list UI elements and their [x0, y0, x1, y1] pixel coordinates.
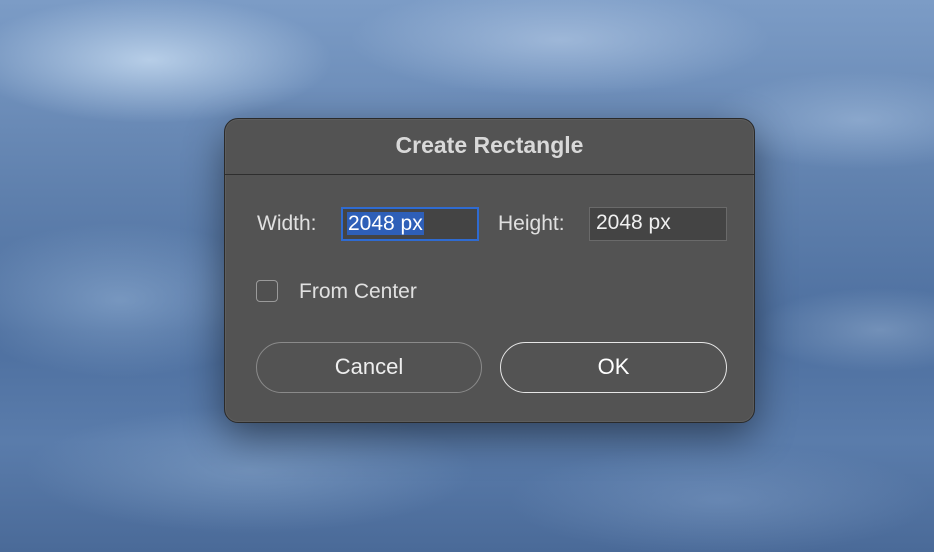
ok-button[interactable]: OK [500, 342, 727, 393]
width-input[interactable]: 2048 px [341, 207, 479, 241]
dialog-title: Create Rectangle [395, 132, 584, 158]
create-rectangle-dialog: Create Rectangle Width: 2048 px Height: … [224, 118, 755, 423]
dialog-title-bar: Create Rectangle [225, 119, 754, 175]
from-center-checkbox[interactable] [256, 280, 278, 302]
width-input-value: 2048 px [347, 212, 424, 235]
height-input[interactable]: 2048 px [589, 207, 727, 241]
from-center-label[interactable]: From Center [299, 275, 417, 309]
height-input-value: 2048 px [596, 211, 671, 234]
cancel-button[interactable]: Cancel [256, 342, 482, 393]
width-label: Width: [257, 212, 317, 235]
height-label: Height: [498, 212, 565, 235]
